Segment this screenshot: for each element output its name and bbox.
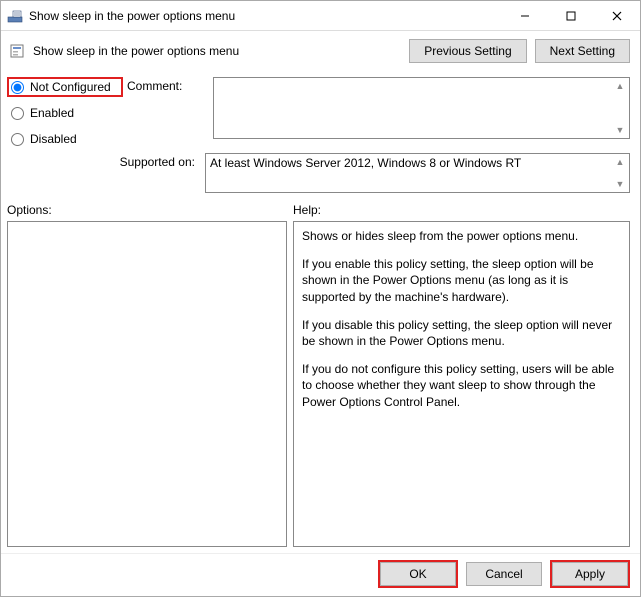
radio-disabled[interactable]: Disabled (9, 131, 121, 147)
next-setting-button[interactable]: Next Setting (535, 39, 630, 63)
comment-scroll-up-icon: ▲ (613, 80, 627, 92)
comment-scroll-down-icon: ▼ (613, 124, 627, 136)
window-title: Show sleep in the power options menu (29, 9, 502, 23)
supported-on-value: At least Windows Server 2012, Windows 8 … (210, 156, 521, 170)
previous-setting-button[interactable]: Previous Setting (409, 39, 526, 63)
header-row: Show sleep in the power options menu Pre… (1, 31, 640, 69)
radio-disabled-input[interactable] (11, 133, 24, 146)
supported-row: Supported on: At least Windows Server 20… (1, 149, 640, 199)
help-panel: Shows or hides sleep from the power opti… (293, 221, 630, 547)
panel-labels: Options: Help: (1, 199, 640, 219)
gpo-editor-window: Show sleep in the power options menu Sho… (0, 0, 641, 597)
minimize-button[interactable] (502, 1, 548, 30)
options-label: Options: (7, 203, 293, 217)
radio-not-configured-label: Not Configured (30, 80, 111, 94)
radio-disabled-label: Disabled (30, 132, 77, 146)
radio-not-configured-input[interactable] (11, 81, 24, 94)
comment-textarea[interactable]: ▲ ▼ (213, 77, 630, 139)
policy-icon (7, 8, 23, 24)
supported-scroll-up-icon: ▲ (613, 156, 627, 168)
cancel-button[interactable]: Cancel (466, 562, 542, 586)
setting-title: Show sleep in the power options menu (33, 44, 401, 58)
ok-button[interactable]: OK (380, 562, 456, 586)
supported-scroll-down-icon: ▼ (613, 178, 627, 190)
radio-enabled-label: Enabled (30, 106, 74, 120)
window-controls (502, 1, 640, 30)
help-p3: If you disable this policy setting, the … (302, 317, 621, 349)
footer: OK Cancel Apply (1, 553, 640, 596)
help-label: Help: (293, 203, 630, 217)
comment-label: Comment: (127, 77, 207, 147)
help-p1: Shows or hides sleep from the power opti… (302, 228, 621, 244)
supported-on-label: Supported on: (9, 153, 199, 169)
supported-on-box: At least Windows Server 2012, Windows 8 … (205, 153, 630, 193)
config-section: Not Configured Enabled Disabled Comment:… (1, 69, 640, 149)
panels: Shows or hides sleep from the power opti… (1, 219, 640, 553)
options-panel (7, 221, 287, 547)
titlebar: Show sleep in the power options menu (1, 1, 640, 31)
maximize-button[interactable] (548, 1, 594, 30)
state-radio-group: Not Configured Enabled Disabled (9, 77, 121, 147)
apply-button[interactable]: Apply (552, 562, 628, 586)
help-p4: If you do not configure this policy sett… (302, 361, 621, 410)
policy-setting-icon (9, 43, 25, 59)
radio-not-configured[interactable]: Not Configured (9, 79, 121, 95)
close-button[interactable] (594, 1, 640, 30)
radio-enabled[interactable]: Enabled (9, 105, 121, 121)
radio-enabled-input[interactable] (11, 107, 24, 120)
help-p2: If you enable this policy setting, the s… (302, 256, 621, 305)
